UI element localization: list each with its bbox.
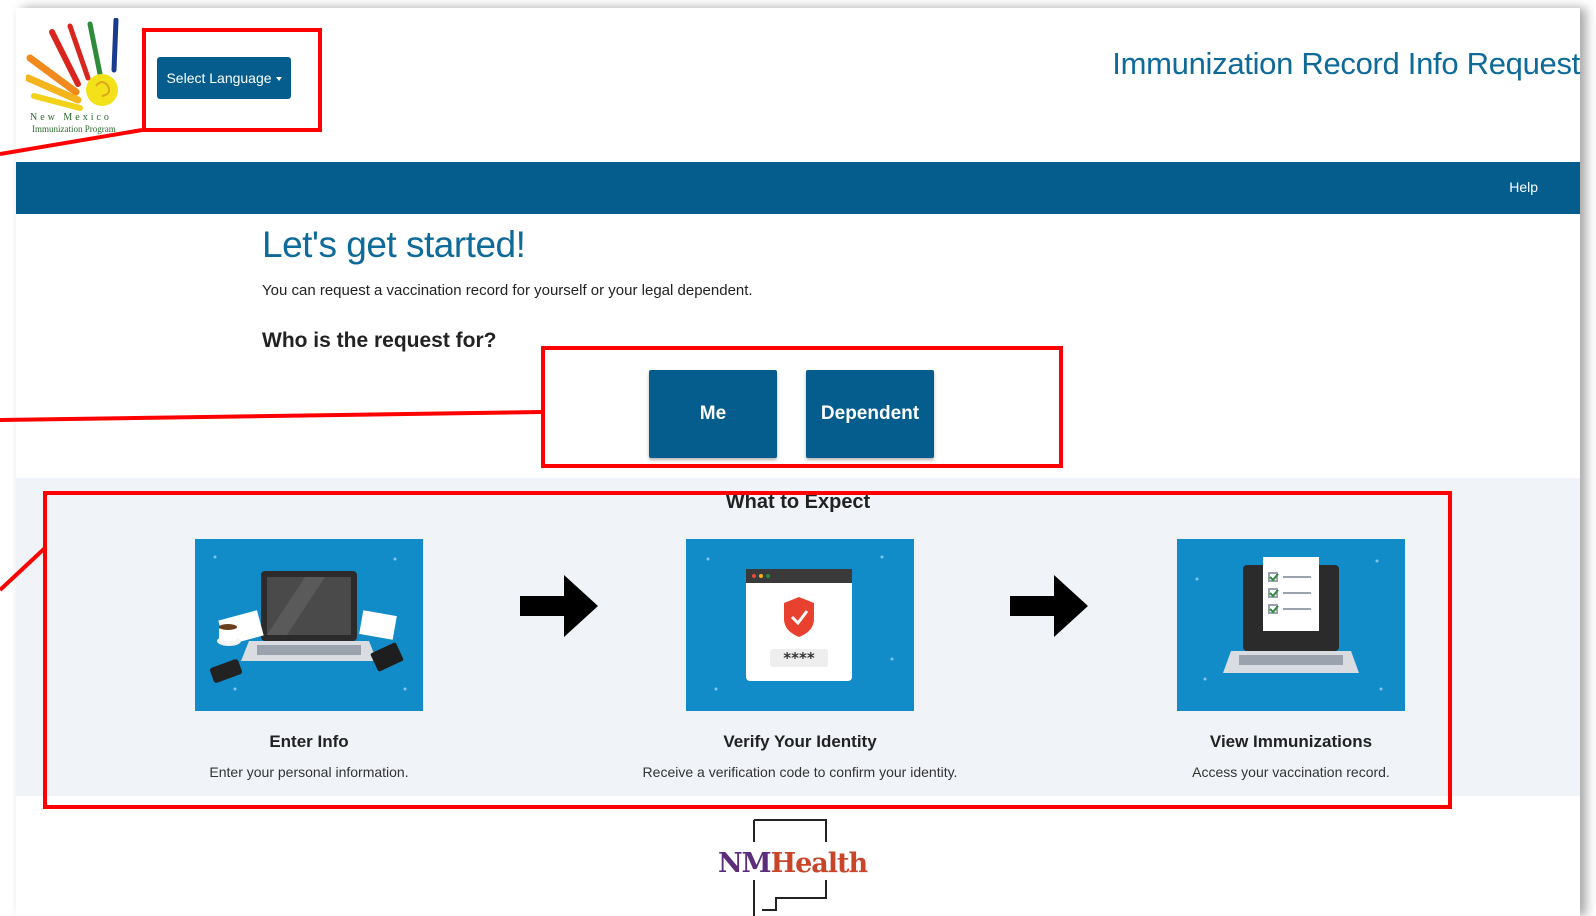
annotation-lines bbox=[0, 128, 542, 592]
